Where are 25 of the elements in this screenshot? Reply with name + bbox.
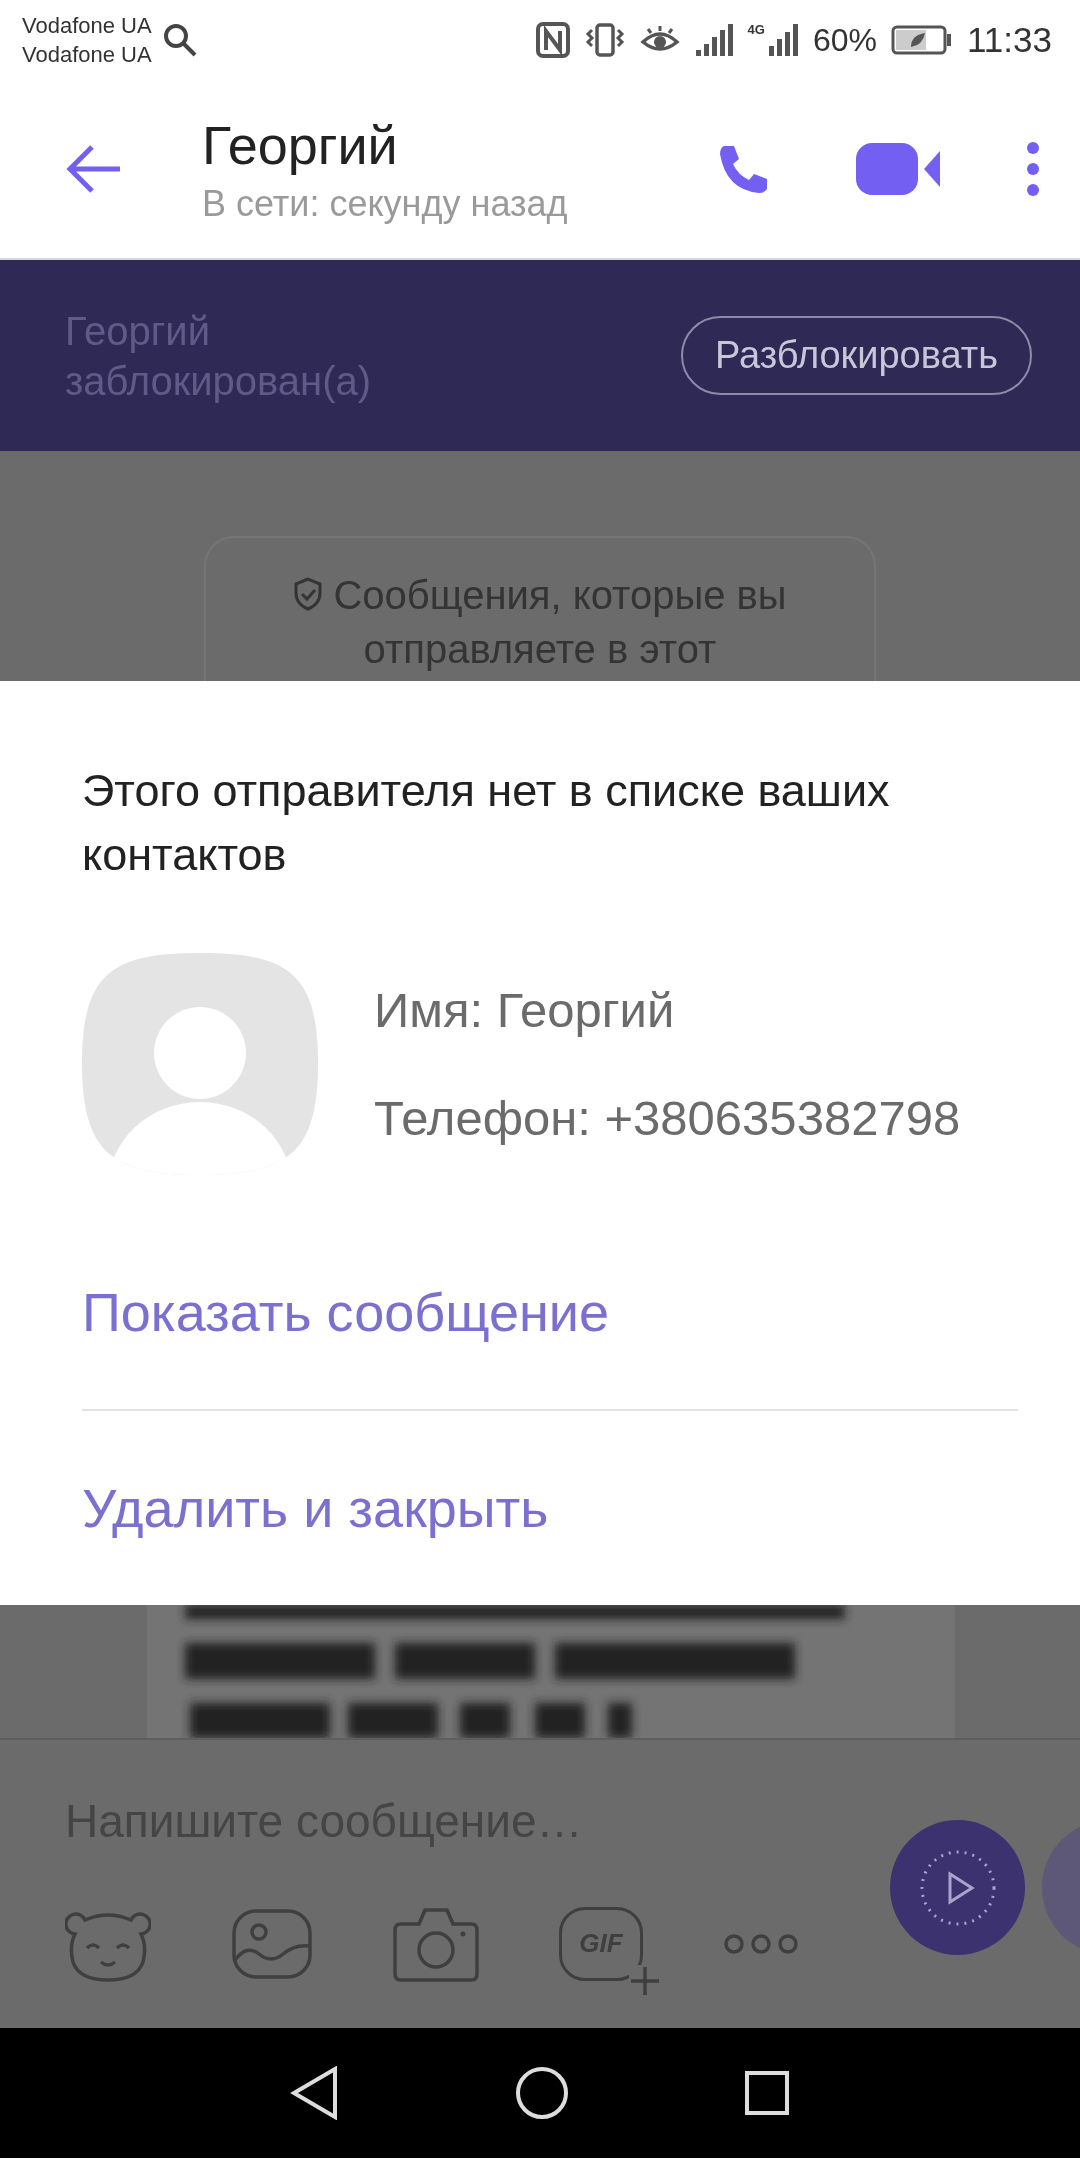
shield-check-icon [293,577,324,611]
contact-name-field: Имя: Георгий [374,982,961,1038]
carrier-name: Vodafone UA [22,41,152,69]
signal-icon [766,22,799,58]
clock-time: 11:33 [967,20,1052,60]
contact-name: Георгий [202,114,399,177]
network-type-label: 4G [747,22,765,37]
battery-icon [891,25,953,55]
sheet-action[interactable]: Удалить и закрыть [82,1410,1018,1605]
sheet-title: Этого отправителя нет в списке ваших контактов [82,764,891,882]
search-icon [161,22,198,58]
home-icon[interactable] [515,2066,569,2120]
carrier-name: Vodafone UA [22,12,152,40]
unblock-button[interactable]: Разблокировать [681,316,1032,395]
nfc-icon [535,22,570,58]
sheet-action[interactable]: Показать сообщение [82,1214,1018,1409]
last-seen-status: В сети: секунду назад [202,183,568,225]
signal-icon [693,22,734,58]
battery-percent: 60% [812,21,877,59]
contact-phone-field: Телефон: +380635382798 [374,1090,961,1146]
more-options-icon[interactable] [1026,141,1040,197]
vibrate-icon [583,22,626,58]
recents-icon[interactable] [744,2070,790,2116]
back-icon[interactable] [290,2066,340,2120]
video-call-icon[interactable] [856,143,940,195]
